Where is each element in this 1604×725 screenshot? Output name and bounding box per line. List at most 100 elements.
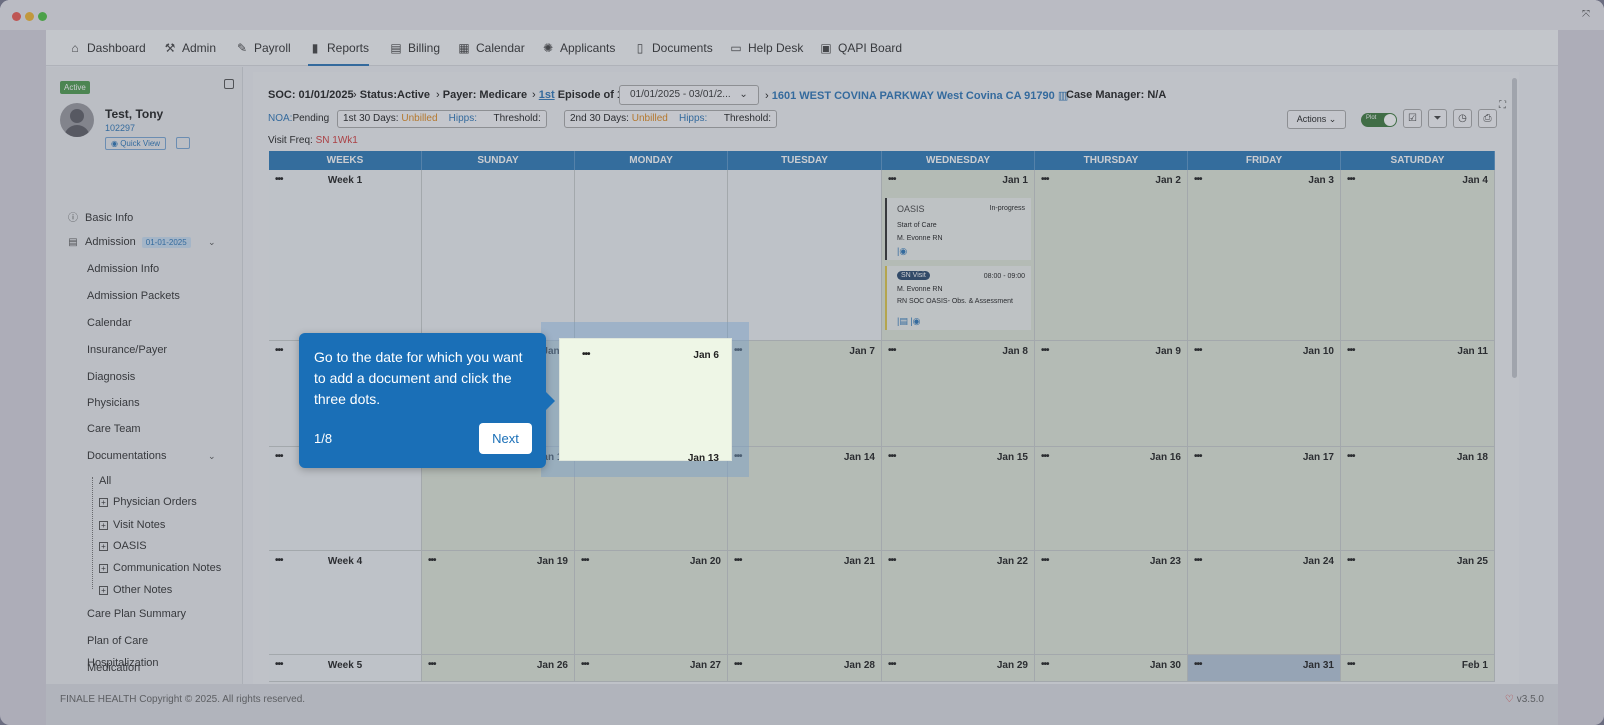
nav-reports[interactable]: ▮ Reports: [308, 30, 370, 66]
sidebar-item-insurance-payer[interactable]: Insurance/Payer: [87, 344, 167, 356]
chevron-down-icon[interactable]: ⌄: [208, 451, 216, 462]
day-more-options[interactable]: •••: [1194, 174, 1202, 185]
document-icon: ▯: [636, 41, 644, 55]
collapse-sidebar-icon[interactable]: [224, 79, 234, 89]
tree-item-communication-notes[interactable]: + Communication Notes: [99, 562, 221, 574]
day-more-options[interactable]: •••: [734, 555, 742, 566]
tour-spotlight-jan-6[interactable]: ••• Jan 6 Jan 13: [559, 338, 732, 464]
day-more-options[interactable]: •••: [888, 174, 896, 185]
scrollbar[interactable]: [1512, 78, 1517, 378]
fullscreen-icon[interactable]: ⛶: [1499, 100, 1506, 111]
day-more-options[interactable]: •••: [1041, 174, 1049, 185]
sidebar-item-care-team[interactable]: Care Team: [87, 423, 141, 435]
tooltip-next-button[interactable]: Next: [479, 423, 532, 454]
nav-applicants[interactable]: ✺ Applicants: [541, 30, 615, 66]
quick-view-button[interactable]: ◉ Quick View: [105, 137, 167, 150]
sn-visit-card[interactable]: SN Visit 08:00 - 09:00 M. Evonne RN RN SOC …: [885, 266, 1031, 330]
day-more-options[interactable]: •••: [888, 451, 896, 462]
day-more-options[interactable]: •••: [1347, 174, 1355, 185]
expand-icon[interactable]: +: [99, 563, 108, 573]
day-date: Jan 17: [1302, 452, 1334, 463]
sidebar-item-admission[interactable]: ▤ Admission 01-01-2025: [67, 236, 191, 248]
day-more-options[interactable]: •••: [1194, 555, 1202, 566]
day-more-options[interactable]: •••: [734, 659, 742, 670]
chevron-down-icon: ⌄: [739, 89, 748, 100]
tree-item-physician-orders[interactable]: + Physician Orders: [99, 496, 197, 508]
day-more-options[interactable]: •••: [581, 555, 589, 566]
id-card-icon[interactable]: [176, 137, 190, 149]
week-label: Week 1: [327, 175, 363, 186]
tree-item-oasis[interactable]: + OASIS: [99, 540, 147, 552]
day-more-options[interactable]: •••: [1194, 659, 1202, 670]
maximize-window-button[interactable]: [38, 12, 47, 21]
day-more-options[interactable]: •••: [1041, 555, 1049, 566]
address-link[interactable]: 1601 WEST COVINA PARKWAY West Covina CA …: [772, 90, 1055, 102]
clock-icon[interactable]: ◷: [1453, 109, 1472, 128]
day-more-options[interactable]: •••: [428, 659, 436, 670]
footer: FINALE HEALTH Copyright © 2025. All righ…: [46, 684, 1558, 725]
day-more-options[interactable]: •••: [888, 555, 896, 566]
day-more-options[interactable]: •••: [1194, 345, 1202, 356]
day-more-options[interactable]: •••: [1041, 659, 1049, 670]
sidebar-item-admission-packets[interactable]: Admission Packets: [87, 290, 180, 302]
day-more-options[interactable]: •••: [1347, 555, 1355, 566]
day-more-options[interactable]: •••: [1347, 659, 1355, 670]
sidebar-item-admission-info[interactable]: Admission Info: [87, 263, 159, 275]
sidebar-item-physicians[interactable]: Physicians: [87, 397, 140, 409]
plot-toggle[interactable]: Plot: [1361, 113, 1397, 127]
sidebar-item-calendar[interactable]: Calendar: [87, 317, 132, 329]
sidebar-item-diagnosis[interactable]: Diagnosis: [87, 371, 135, 383]
expand-icon[interactable]: +: [99, 520, 108, 530]
filter-icon[interactable]: ⏷: [1428, 109, 1447, 128]
nav-documents[interactable]: ▯ Documents: [633, 30, 713, 66]
document-eye-icons[interactable]: |▤ |◉: [897, 316, 921, 327]
nav-qapi-board[interactable]: ▣ QAPI Board: [819, 30, 902, 66]
sidebar-item-documentations[interactable]: Documentations: [87, 450, 167, 462]
day-date: Jan 20: [689, 556, 721, 567]
actions-dropdown[interactable]: Actions ⌄: [1287, 110, 1346, 129]
day-more-options[interactable]: •••: [888, 659, 896, 670]
tree-item-other-notes[interactable]: + Other Notes: [99, 584, 172, 596]
tree-item-visit-notes[interactable]: + Visit Notes: [99, 519, 165, 531]
nav-dashboard[interactable]: ⌂ Dashboard: [68, 30, 145, 66]
nav-billing[interactable]: ▤ Billing: [389, 30, 440, 66]
col-header-friday: FRIDAY: [1188, 151, 1341, 170]
day-more-options[interactable]: •••: [1041, 345, 1049, 356]
sidebar-item-plan-of-care[interactable]: Plan of Care: [87, 635, 148, 647]
expand-icon[interactable]: +: [99, 497, 108, 507]
card-line-1: Start of Care: [897, 222, 937, 229]
nav-help-desk[interactable]: ▭ Help Desk: [729, 30, 803, 66]
day-cell: ••• Jan 27: [575, 655, 728, 682]
day-more-options[interactable]: •••: [428, 555, 436, 566]
eye-icon[interactable]: |◉: [897, 246, 907, 257]
day-more-options[interactable]: •••: [1194, 451, 1202, 462]
close-window-button[interactable]: [12, 12, 21, 21]
sidebar-item-hospitalization[interactable]: Hospitalization: [87, 657, 159, 669]
day-more-options[interactable]: •••: [1347, 345, 1355, 356]
day-more-options[interactable]: •••: [888, 345, 896, 356]
address-label: › 1601 WEST COVINA PARKWAY West Covina C…: [765, 90, 1069, 102]
chevron-down-icon[interactable]: ⌄: [208, 237, 216, 248]
expand-icon[interactable]: +: [99, 541, 108, 551]
checklist-icon[interactable]: ☑: [1403, 109, 1422, 128]
jan-6-more-options[interactable]: •••: [582, 349, 590, 360]
minimize-window-button[interactable]: [25, 12, 34, 21]
expand-icon[interactable]: ⤧: [1580, 9, 1592, 21]
oasis-visit-card[interactable]: OASIS In-progress Start of Care M. Evonne R…: [885, 198, 1031, 260]
sidebar-item-care-plan-summary[interactable]: Care Plan Summary: [87, 608, 186, 620]
day-more-options[interactable]: •••: [1041, 451, 1049, 462]
print-icon[interactable]: ⎙: [1478, 109, 1497, 128]
day-more-options[interactable]: •••: [581, 659, 589, 670]
day-more-options[interactable]: •••: [1347, 451, 1355, 462]
sidebar-item-basic-info[interactable]: ⓘ Basic Info: [67, 209, 133, 224]
patient-id-link[interactable]: 102297: [105, 123, 135, 133]
episode-ordinal-link[interactable]: 1st: [539, 89, 555, 101]
episode-select[interactable]: 01/01/2025 - 03/01/2... ⌄: [619, 85, 759, 105]
ticket-icon: ▭: [730, 41, 742, 55]
nav-payroll[interactable]: ✎ Payroll: [235, 30, 291, 66]
nav-admin[interactable]: ⚒ Admin: [163, 30, 216, 66]
tree-item-all[interactable]: All: [99, 475, 111, 487]
nav-calendar[interactable]: ▦ Calendar: [457, 30, 524, 66]
day-date: Jan 19: [536, 556, 568, 567]
expand-icon[interactable]: +: [99, 585, 108, 595]
